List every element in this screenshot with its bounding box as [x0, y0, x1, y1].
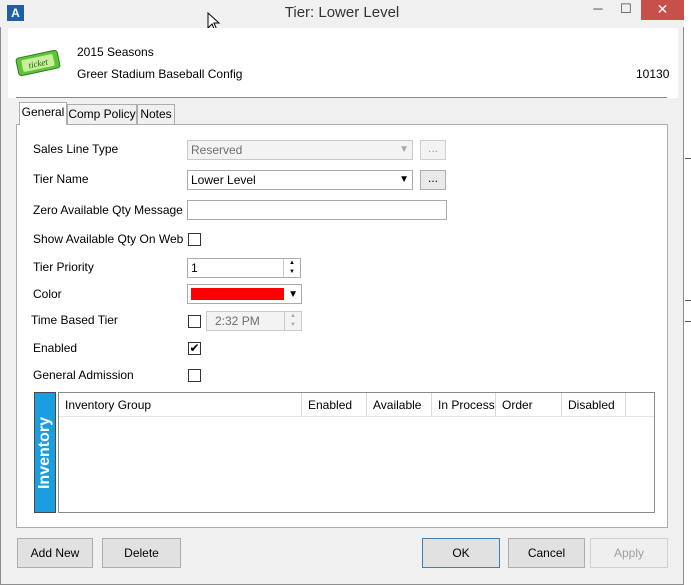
ok-button[interactable]: OK	[422, 538, 500, 568]
spin-up-icon[interactable]: ▲	[285, 312, 301, 321]
add-new-button[interactable]: Add New	[17, 538, 93, 568]
general-admission-label: General Admission	[33, 368, 134, 382]
season-label: 2015 Seasons	[77, 45, 154, 59]
chevron-down-icon: ▼	[399, 174, 409, 185]
apply-button[interactable]: Apply	[590, 538, 668, 568]
zero-qty-message-label: Zero Available Qty Message	[33, 203, 183, 217]
column-header-inventory-group[interactable]: Inventory Group	[59, 393, 302, 416]
header-divider	[16, 97, 667, 98]
tier-name-value: Lower Level	[191, 173, 256, 187]
zero-qty-message-input[interactable]	[187, 200, 447, 220]
minimize-button[interactable]: ─	[583, 0, 613, 20]
color-swatch	[191, 288, 284, 300]
column-header-enabled[interactable]: Enabled	[302, 393, 367, 416]
sales-line-type-value: Reserved	[191, 143, 243, 157]
background-edge-mark	[685, 321, 691, 322]
column-header-available[interactable]: Available	[367, 393, 432, 416]
tab-notes[interactable]: Notes	[137, 104, 175, 124]
tier-name-select[interactable]: Lower Level ▼	[187, 170, 413, 190]
close-button[interactable]: ✕	[641, 0, 684, 20]
tab-comp-policy[interactable]: Comp Policy	[67, 104, 137, 124]
tab-general[interactable]: General	[19, 102, 67, 125]
chevron-down-icon: ▼	[288, 289, 298, 300]
delete-button[interactable]: Delete	[102, 538, 181, 568]
config-label: Greer Stadium Baseball Config	[77, 67, 243, 81]
tier-priority-stepper[interactable]: 1 ▲ ▼	[187, 258, 301, 278]
tier-name-browse-button[interactable]: ...	[420, 170, 446, 190]
background-edge-mark	[685, 300, 691, 301]
column-header-order[interactable]: Order	[496, 393, 562, 416]
inventory-tab-label: Inventory	[36, 416, 53, 489]
show-qty-web-label: Show Available Qty On Web	[33, 232, 184, 246]
time-spin[interactable]: ▲ ▼	[284, 312, 301, 330]
color-picker[interactable]: ▼	[187, 284, 302, 304]
time-based-tier-checkbox[interactable]	[188, 315, 201, 328]
chevron-down-icon: ▼	[399, 144, 409, 155]
color-label: Color	[33, 287, 62, 301]
inventory-side-tab: Inventory	[34, 392, 56, 513]
time-picker[interactable]: 2:32 PM ▲ ▼	[206, 311, 302, 331]
general-admission-checkbox[interactable]	[188, 369, 201, 382]
sales-line-type-browse-button[interactable]: ...	[420, 140, 446, 160]
background-edge-mark	[685, 158, 691, 159]
maximize-button[interactable]: ☐	[613, 0, 639, 20]
sales-line-type-label: Sales Line Type	[33, 142, 119, 156]
tier-priority-value: 1	[191, 261, 198, 275]
show-qty-web-checkbox[interactable]	[188, 233, 201, 246]
enabled-label: Enabled	[33, 341, 78, 355]
sales-line-type-select[interactable]: Reserved ▼	[187, 140, 413, 160]
config-code: 10130	[636, 67, 670, 81]
tier-name-label: Tier Name	[33, 172, 89, 186]
spin-down-icon[interactable]: ▼	[284, 268, 300, 277]
spin-up-icon[interactable]: ▲	[284, 259, 300, 268]
column-header-disabled[interactable]: Disabled	[562, 393, 626, 416]
ticket-icon: ticket	[15, 50, 61, 76]
time-based-tier-label: Time Based Tier	[31, 313, 118, 327]
tier-priority-label: Tier Priority	[33, 260, 94, 274]
header-area	[8, 28, 678, 98]
tier-priority-spin[interactable]: ▲ ▼	[283, 259, 300, 277]
window-title: Tier: Lower Level	[284, 4, 400, 21]
cancel-button[interactable]: Cancel	[508, 538, 585, 568]
time-value: 2:32 PM	[215, 314, 260, 328]
column-header-in-process[interactable]: In Process	[432, 393, 496, 416]
checkmark-icon: ✔	[189, 341, 200, 355]
enabled-checkbox[interactable]: ✔	[188, 342, 201, 355]
spin-down-icon[interactable]: ▼	[285, 321, 301, 330]
